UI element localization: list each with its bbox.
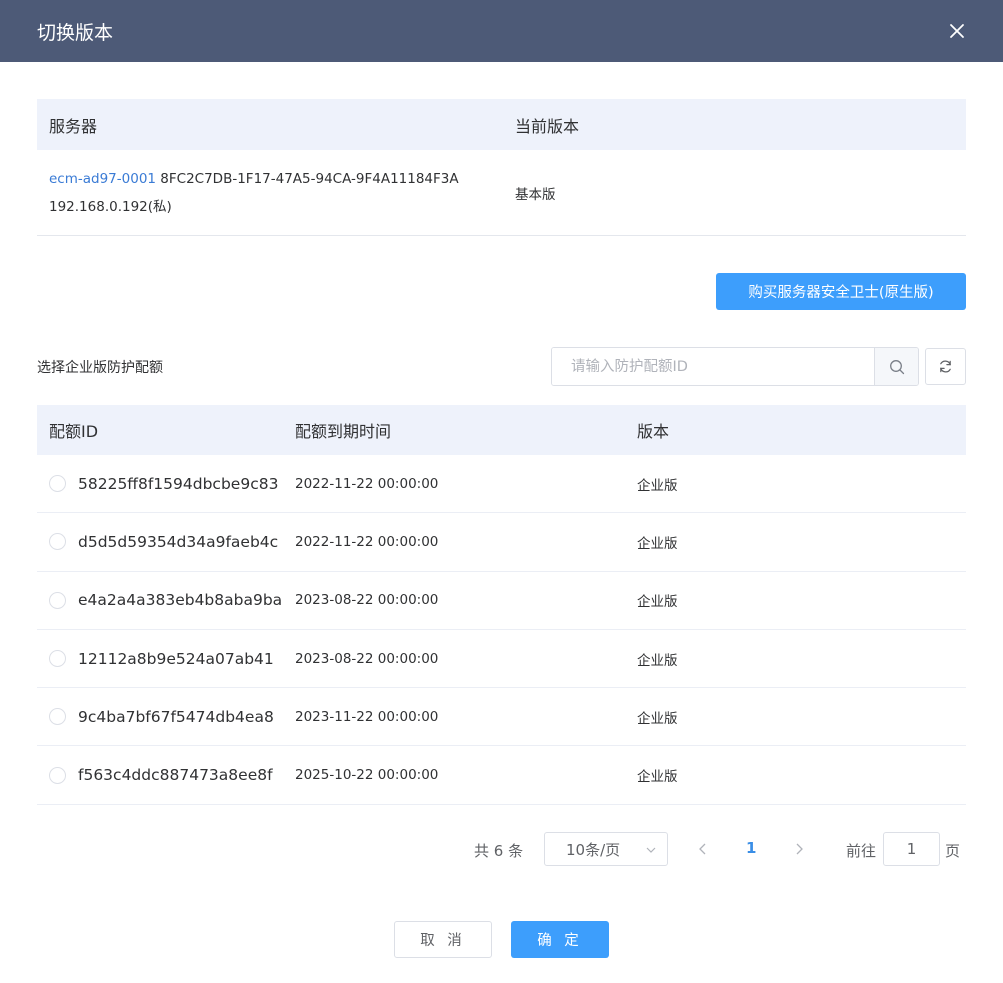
expire-time: 2022-11-22 00:00:00 bbox=[295, 475, 439, 492]
server-id: 8FC2C7DB-1F17-47A5-94CA-9F4A11184F3A bbox=[160, 170, 459, 187]
cancel-button[interactable]: 取 消 bbox=[394, 921, 492, 958]
quota-version: 企业版 bbox=[637, 652, 678, 669]
radio-button[interactable] bbox=[49, 766, 66, 784]
server-table: 服务器 当前版本 ecm-ad97-0001 8FC2C7DB-1F17-47A… bbox=[37, 99, 966, 236]
page-size-value: 10条/页 bbox=[566, 840, 621, 859]
server-name-link[interactable]: ecm-ad97-0001 bbox=[49, 171, 156, 187]
server-version: 基本版 bbox=[515, 186, 556, 203]
radio-button[interactable] bbox=[49, 650, 66, 668]
page-unit-label: 页 bbox=[945, 842, 961, 860]
header-version: 版本 bbox=[637, 422, 670, 441]
quota-search-input[interactable] bbox=[552, 348, 874, 385]
header-expire-time: 配额到期时间 bbox=[295, 422, 392, 441]
server-table-header: 服务器 当前版本 bbox=[37, 99, 966, 150]
expire-time: 2023-11-22 00:00:00 bbox=[295, 708, 439, 725]
table-row[interactable]: 12112a8b9e524a07ab41 2023-08-22 00:00:00… bbox=[37, 630, 966, 689]
quota-table: 配额ID 配额到期时间 版本 58225ff8f1594dbcbe9c83 20… bbox=[37, 405, 966, 805]
page-size-select[interactable]: 10条/页 bbox=[544, 832, 668, 866]
table-row[interactable]: d5d5d59354d34a9faeb4c 2022-11-22 00:00:0… bbox=[37, 513, 966, 572]
close-icon[interactable] bbox=[947, 21, 967, 41]
quota-search bbox=[551, 347, 919, 386]
buy-security-button[interactable]: 购买服务器安全卫士(原生版) bbox=[716, 273, 966, 310]
server-cell: ecm-ad97-0001 8FC2C7DB-1F17-47A5-94CA-9F… bbox=[37, 165, 503, 221]
chevron-right-icon[interactable] bbox=[793, 842, 805, 856]
header-quota-id: 配额ID bbox=[49, 422, 99, 441]
server-ip: 192.168.0.192(私) bbox=[49, 198, 172, 215]
quota-id: 12112a8b9e524a07ab41 bbox=[78, 649, 274, 668]
quota-id: 58225ff8f1594dbcbe9c83 bbox=[78, 474, 279, 493]
quota-version: 企业版 bbox=[637, 477, 678, 494]
dialog-header: 切换版本 bbox=[0, 0, 1003, 62]
quota-id: d5d5d59354d34a9faeb4c bbox=[78, 532, 279, 551]
pagination: 共 6 条 10条/页 1 前往 页 bbox=[0, 832, 1003, 866]
quota-version: 企业版 bbox=[637, 769, 678, 786]
radio-button[interactable] bbox=[49, 533, 66, 551]
confirm-button[interactable]: 确 定 bbox=[511, 921, 609, 958]
goto-label: 前往 bbox=[846, 842, 877, 860]
expire-time: 2023-08-22 00:00:00 bbox=[295, 592, 439, 609]
expire-time: 2025-10-22 00:00:00 bbox=[295, 767, 439, 784]
quota-id: e4a2a4a383eb4b8aba9ba bbox=[78, 591, 282, 610]
radio-button[interactable] bbox=[49, 475, 66, 493]
search-button[interactable] bbox=[874, 348, 918, 385]
server-row: ecm-ad97-0001 8FC2C7DB-1F17-47A5-94CA-9F… bbox=[37, 150, 966, 236]
chevron-left-icon[interactable] bbox=[697, 842, 709, 856]
goto-page-input[interactable] bbox=[883, 832, 940, 866]
header-server: 服务器 bbox=[49, 116, 98, 136]
refresh-icon bbox=[940, 360, 951, 373]
quota-section-label: 选择企业版防护配额 bbox=[37, 360, 163, 376]
quota-table-header: 配额ID 配额到期时间 版本 bbox=[37, 405, 966, 455]
quota-version: 企业版 bbox=[637, 594, 678, 611]
table-row[interactable]: 58225ff8f1594dbcbe9c83 2022-11-22 00:00:… bbox=[37, 455, 966, 514]
page-number[interactable]: 1 bbox=[746, 839, 756, 857]
table-row[interactable]: 9c4ba7bf67f5474db4ea8 2023-11-22 00:00:0… bbox=[37, 688, 966, 747]
quota-id: f563c4ddc887473a8ee8f bbox=[78, 766, 273, 785]
table-row[interactable]: f563c4ddc887473a8ee8f 2025-10-22 00:00:0… bbox=[37, 746, 966, 805]
chevron-down-icon bbox=[646, 847, 656, 853]
quota-version: 企业版 bbox=[637, 535, 678, 552]
expire-time: 2022-11-22 00:00:00 bbox=[295, 533, 439, 550]
search-icon bbox=[889, 359, 904, 374]
header-current-version: 当前版本 bbox=[515, 116, 580, 136]
expire-time: 2023-08-22 00:00:00 bbox=[295, 650, 439, 667]
quota-id: 9c4ba7bf67f5474db4ea8 bbox=[78, 707, 274, 726]
radio-button[interactable] bbox=[49, 591, 66, 609]
radio-button[interactable] bbox=[49, 708, 66, 726]
quota-version: 企业版 bbox=[637, 710, 678, 727]
refresh-button[interactable] bbox=[925, 348, 966, 385]
pagination-total: 共 6 条 bbox=[474, 842, 524, 860]
table-row[interactable]: e4a2a4a383eb4b8aba9ba 2023-08-22 00:00:0… bbox=[37, 572, 966, 630]
dialog-title: 切换版本 bbox=[37, 21, 114, 44]
